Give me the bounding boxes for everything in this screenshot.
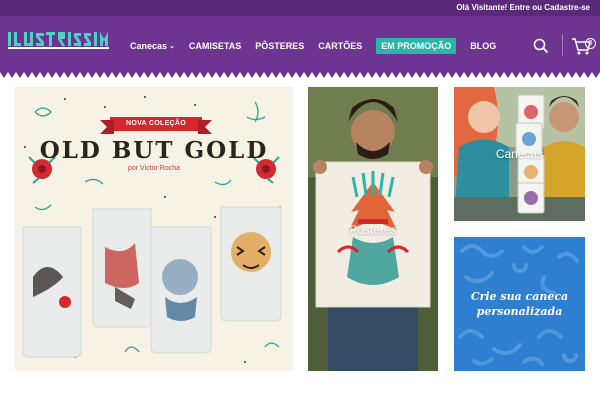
cart-count-badge: 0 <box>585 38 596 49</box>
crie-line-2: personalizada <box>476 305 563 318</box>
login-link[interactable]: Olá Visitante! Entre ou Cadastre-se <box>456 3 590 12</box>
header-divider <box>562 34 563 56</box>
nav-blog[interactable]: BLOG <box>470 41 496 51</box>
old-but-gold-banner[interactable]: NOVA COLEÇÃO OLD BUT GOLD por Victor Roc… <box>15 87 293 371</box>
chevron-down-icon: ⌄ <box>169 43 175 50</box>
header-zigzag-edge <box>0 72 600 78</box>
main-nav: Canecas ⌄ CAMISETAS PÔSTERES CARTÕES EM … <box>130 38 510 54</box>
posters-category-tile[interactable]: Pôsteres <box>308 87 438 371</box>
crie-sua-caneca-tile[interactable]: Crie sua caneca personalizada <box>454 237 585 371</box>
posters-label: Pôsteres <box>349 223 397 237</box>
crie-line-1: Crie sua caneca <box>470 290 569 303</box>
nav-cartoes[interactable]: CARTÕES <box>318 41 362 51</box>
top-bar: Olá Visitante! Entre ou Cadastre-se <box>0 0 600 16</box>
nav-canecas[interactable]: Canecas ⌄ <box>130 41 175 51</box>
search-icon[interactable] <box>533 38 549 54</box>
banner-title: OLD BUT GOLD <box>39 137 269 164</box>
canecas-category-tile[interactable]: Canecas <box>454 87 585 221</box>
nova-colecao-ribbon: NOVA COLEÇÃO <box>100 117 212 134</box>
nav-em-promocao[interactable]: EM PROMOÇÃO <box>376 38 457 54</box>
banner-author: por Victor Rocha <box>127 165 180 172</box>
nav-posteres[interactable]: PÔSTERES <box>255 41 304 51</box>
header: Canecas ⌄ CAMISETAS PÔSTERES CARTÕES EM … <box>0 16 600 72</box>
site-logo[interactable] <box>8 30 110 50</box>
nav-canecas-label: Canecas <box>130 41 168 51</box>
canecas-label: Canecas <box>495 147 544 161</box>
nav-camisetas[interactable]: CAMISETAS <box>189 41 241 51</box>
crie-sua-caneca-text: Crie sua caneca personalizada <box>454 289 585 319</box>
